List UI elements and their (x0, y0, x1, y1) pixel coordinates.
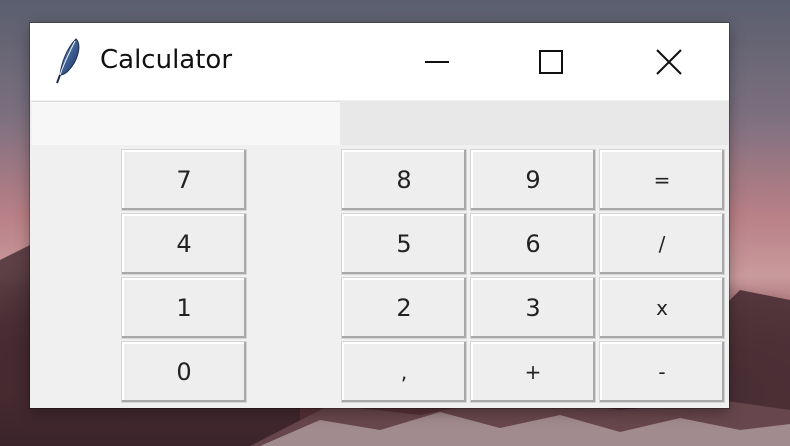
subtract-button[interactable]: - (599, 341, 725, 403)
display-entry[interactable] (32, 101, 340, 145)
window-title: Calculator (100, 45, 233, 75)
multiply-button[interactable]: x (599, 277, 725, 339)
close-button[interactable] (632, 23, 706, 100)
divide-button[interactable]: / (599, 213, 725, 275)
minimize-icon (425, 60, 449, 63)
maximize-icon (539, 49, 563, 74)
key-5-button[interactable]: 5 (341, 213, 467, 275)
key-8-button[interactable]: 8 (341, 149, 467, 211)
key-2-button[interactable]: 2 (341, 277, 467, 339)
key-0-button[interactable]: 0 (121, 341, 247, 403)
key-1-button[interactable]: 1 (121, 277, 247, 339)
add-button[interactable]: + (470, 341, 596, 403)
maximize-button[interactable] (514, 23, 588, 100)
close-icon (656, 48, 682, 75)
key-4-button[interactable]: 4 (121, 213, 247, 275)
key-9-button[interactable]: 9 (470, 149, 596, 211)
minimize-button[interactable] (400, 23, 474, 100)
comma-button[interactable]: , (341, 341, 467, 403)
display-spacer (340, 101, 729, 145)
equals-button[interactable]: = (599, 149, 725, 211)
key-6-button[interactable]: 6 (470, 213, 596, 275)
key-7-button[interactable]: 7 (121, 149, 247, 211)
title-bar[interactable]: Calculator (30, 23, 729, 100)
key-3-button[interactable]: 3 (470, 277, 596, 339)
feather-icon (56, 38, 80, 84)
calculator-window: Calculator 7 8 9 = 4 5 6 / 1 2 3 x 0 , +… (30, 23, 729, 408)
